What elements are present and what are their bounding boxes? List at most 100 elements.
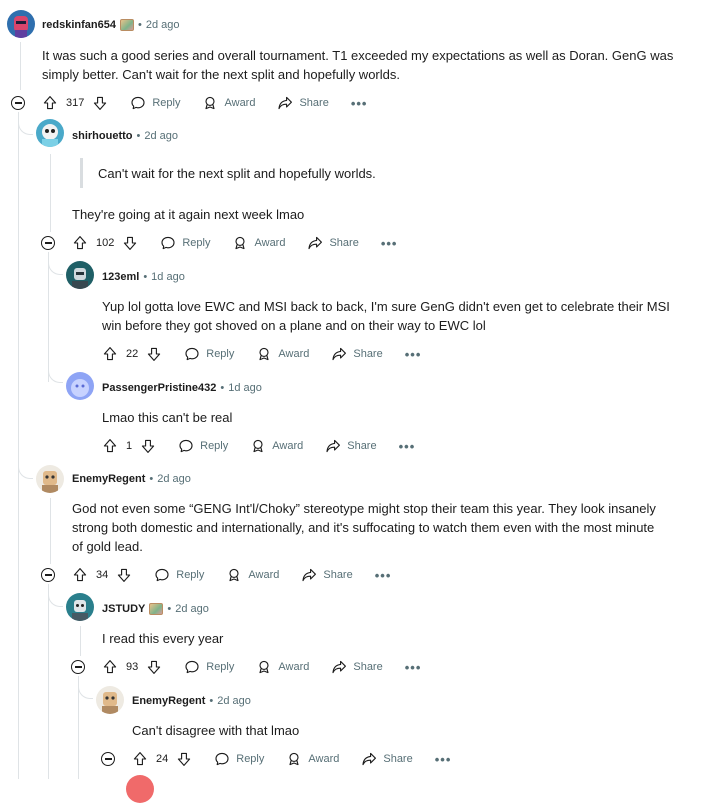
- upvote-icon[interactable]: [132, 751, 148, 767]
- award-button[interactable]: Award: [232, 235, 285, 251]
- comment-line: I read this every year: [102, 631, 224, 646]
- avatar[interactable]: [7, 10, 35, 38]
- more-options-button[interactable]: •••: [375, 568, 392, 583]
- more-options-button[interactable]: •••: [399, 439, 416, 454]
- author-name[interactable]: 123eml: [102, 271, 139, 283]
- downvote-icon[interactable]: [176, 751, 192, 767]
- author-name[interactable]: EnemyRegent: [72, 473, 145, 485]
- avatar[interactable]: [36, 465, 64, 493]
- timestamp[interactable]: 1d ago: [228, 382, 262, 394]
- award-icon: [202, 95, 218, 111]
- comment-line: Yup lol gotta love EWC and MSI back to b…: [102, 299, 670, 314]
- more-options-button[interactable]: •••: [405, 660, 422, 675]
- upvote-icon[interactable]: [72, 567, 88, 583]
- award-button[interactable]: Award: [256, 659, 309, 675]
- downvote-icon[interactable]: [116, 567, 132, 583]
- separator: •: [220, 382, 225, 394]
- reply-button[interactable]: Reply: [154, 567, 204, 583]
- vote-count: 93: [126, 661, 139, 673]
- author-name[interactable]: redskinfan654: [42, 19, 116, 31]
- award-label: Award: [278, 348, 310, 360]
- reply-button[interactable]: Reply: [184, 659, 234, 675]
- award-button[interactable]: Award: [226, 567, 279, 583]
- upvote-icon[interactable]: [42, 95, 58, 111]
- award-button[interactable]: Award: [286, 751, 339, 767]
- share-icon: [277, 95, 293, 111]
- reply-button[interactable]: Reply: [184, 346, 234, 362]
- reply-button[interactable]: Reply: [214, 751, 264, 767]
- award-icon: [256, 659, 272, 675]
- upvote-icon[interactable]: [102, 659, 118, 675]
- more-options-button[interactable]: •••: [405, 347, 422, 362]
- share-button[interactable]: Share: [325, 438, 377, 454]
- share-button[interactable]: Share: [331, 346, 383, 362]
- thread-curve: [18, 118, 33, 135]
- action-bar: 102 Reply Award Share •••: [72, 232, 397, 254]
- comment-header: redskinfan654 • 2d ago: [42, 15, 180, 35]
- collapse-button[interactable]: [41, 236, 55, 250]
- timestamp[interactable]: 2d ago: [146, 19, 180, 31]
- collapse-button[interactable]: [101, 752, 115, 766]
- award-button[interactable]: Award: [250, 438, 303, 454]
- upvote-icon[interactable]: [102, 438, 118, 454]
- thread-line-root-children: [18, 112, 19, 779]
- comment-line: win before they got shoved on a plane an…: [102, 318, 486, 333]
- avatar[interactable]: [66, 372, 94, 400]
- share-button[interactable]: Share: [331, 659, 383, 675]
- author-name[interactable]: PassengerPristine432: [102, 382, 216, 394]
- separator: •: [137, 19, 142, 31]
- reply-button[interactable]: Reply: [130, 95, 180, 111]
- avatar[interactable]: [66, 593, 94, 621]
- collapse-button[interactable]: [11, 96, 25, 110]
- vote-group: 22: [102, 346, 162, 362]
- avatar[interactable]: [66, 261, 94, 289]
- avatar[interactable]: [96, 686, 124, 714]
- downvote-icon[interactable]: [140, 438, 156, 454]
- timestamp[interactable]: 1d ago: [151, 271, 185, 283]
- share-label: Share: [329, 237, 359, 249]
- downvote-icon[interactable]: [146, 346, 162, 362]
- thread-curve: [48, 590, 63, 607]
- share-button[interactable]: Share: [307, 235, 359, 251]
- award-button[interactable]: Award: [256, 346, 309, 362]
- avatar[interactable]: [126, 775, 154, 803]
- timestamp[interactable]: 2d ago: [175, 603, 209, 615]
- author-name[interactable]: JSTUDY: [102, 603, 145, 615]
- separator: •: [167, 603, 172, 615]
- reply-button[interactable]: Reply: [178, 438, 228, 454]
- vote-group: 93: [102, 659, 162, 675]
- reply-icon: [184, 346, 200, 362]
- timestamp[interactable]: 2d ago: [217, 695, 251, 707]
- separator: •: [209, 695, 214, 707]
- author-name[interactable]: EnemyRegent: [132, 695, 205, 707]
- action-bar: 34 Reply Award Share •••: [72, 564, 391, 586]
- award-label: Award: [278, 661, 310, 673]
- more-options-button[interactable]: •••: [351, 96, 368, 111]
- reply-label: Reply: [200, 440, 229, 452]
- downvote-icon[interactable]: [146, 659, 162, 675]
- timestamp[interactable]: 2d ago: [144, 130, 178, 142]
- collapse-button[interactable]: [71, 660, 85, 674]
- share-button[interactable]: Share: [277, 95, 329, 111]
- comment-body: Lmao this can't be real: [102, 408, 232, 427]
- downvote-icon[interactable]: [92, 95, 108, 111]
- reply-button[interactable]: Reply: [160, 235, 210, 251]
- award-icon: [250, 438, 266, 454]
- upvote-icon[interactable]: [72, 235, 88, 251]
- reply-icon: [160, 235, 176, 251]
- share-button[interactable]: Share: [361, 751, 413, 767]
- share-button[interactable]: Share: [301, 567, 353, 583]
- upvote-icon[interactable]: [102, 346, 118, 362]
- thread-curve: [48, 366, 63, 383]
- author-name[interactable]: shirhouetto: [72, 130, 133, 142]
- share-label: Share: [353, 348, 383, 360]
- award-button[interactable]: Award: [202, 95, 255, 111]
- collapse-button[interactable]: [41, 568, 55, 582]
- more-options-button[interactable]: •••: [381, 236, 398, 251]
- timestamp[interactable]: 2d ago: [157, 473, 191, 485]
- downvote-icon[interactable]: [122, 235, 138, 251]
- avatar[interactable]: [36, 119, 64, 147]
- comment-line: It was such a good series and overall to…: [42, 48, 674, 63]
- award-label: Award: [254, 237, 286, 249]
- more-options-button[interactable]: •••: [435, 752, 452, 767]
